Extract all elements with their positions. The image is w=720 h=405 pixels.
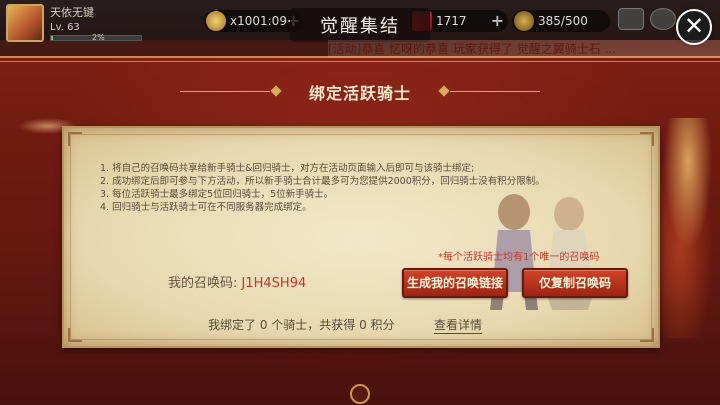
summon-code-label: 我的召唤码: bbox=[168, 276, 242, 291]
divider bbox=[450, 91, 540, 92]
corner-ornament bbox=[68, 328, 82, 342]
rule-item: 4. 回归骑士与活跃骑士可在不同服务器完成绑定。 bbox=[100, 202, 312, 213]
rules-list: 1. 将自己的召唤码共享给新手骑士&回归骑士，对方在活动页面输入后即可与该骑士绑… bbox=[100, 162, 570, 214]
window-title-bar: 觉醒集结 bbox=[290, 8, 430, 42]
exp-bar-fill bbox=[51, 36, 53, 40]
window-title: 觉醒集结 bbox=[320, 16, 400, 37]
copy-code-button[interactable]: 仅复制召唤码 bbox=[522, 268, 628, 298]
frame-border-line bbox=[0, 61, 720, 62]
avatar[interactable] bbox=[6, 4, 44, 42]
generate-link-button[interactable]: 生成我的召唤链接 bbox=[402, 268, 508, 298]
summon-code-note: *每个活跃骑士均有1个唯一的召唤码 bbox=[438, 252, 600, 263]
resource-gold-value: x1001:09 bbox=[230, 14, 287, 28]
announcement-ticker: [活动]恭喜 忆呀的恭喜 玩家获得了 觉醒之翼骑士石 ... bbox=[328, 40, 720, 58]
player-name: 天依无键 bbox=[50, 6, 94, 19]
binding-stats: 我绑定了 0 个骑士，共获得 0 积分 bbox=[208, 318, 395, 332]
resource-gold: x1001:09 + bbox=[204, 10, 304, 32]
stamina-icon bbox=[514, 11, 534, 31]
diamond-icon bbox=[438, 85, 450, 97]
resource-gem-value: 1717 bbox=[436, 14, 467, 28]
resource-stamina: 385/500 bbox=[512, 10, 610, 32]
mail-icon[interactable] bbox=[618, 8, 644, 30]
exp-percent: 2% bbox=[92, 33, 105, 42]
section-header: 绑定活跃骑士 bbox=[180, 78, 540, 106]
corner-ornament bbox=[68, 132, 82, 146]
summon-code-row: 我的召唤码: J1H4SH94 bbox=[168, 272, 306, 291]
emblem-icon bbox=[350, 384, 370, 404]
rule-item: 3. 每位活跃骑士最多绑定5位回归骑士，5位新手骑士。 bbox=[100, 189, 334, 200]
corner-ornament bbox=[640, 132, 654, 146]
summon-code-value: J1H4SH94 bbox=[241, 276, 307, 291]
section-title: 绑定活跃骑士 bbox=[308, 84, 411, 103]
resource-stamina-value: 385/500 bbox=[538, 14, 588, 28]
rule-item: 2. 成功绑定后即可参与下方活动，所以新手骑士合计最多可为您提供2000积分，回… bbox=[100, 176, 545, 187]
player-level: Lv. 63 bbox=[50, 22, 80, 33]
add-gem-button[interactable]: + bbox=[491, 10, 504, 32]
corner-ornament bbox=[640, 328, 654, 342]
parchment-panel: 1. 将自己的召唤码共享给新手骑士&回归骑士，对方在活动页面输入后即可与该骑士绑… bbox=[62, 126, 660, 348]
view-details-link[interactable]: 查看详情 bbox=[434, 316, 483, 334]
gold-coin-icon bbox=[206, 11, 226, 31]
menu-icon[interactable] bbox=[650, 8, 676, 30]
rule-item: 1. 将自己的召唤码共享给新手骑士&回归骑士，对方在活动页面输入后即可与该骑士绑… bbox=[100, 163, 475, 174]
divider bbox=[180, 91, 270, 92]
